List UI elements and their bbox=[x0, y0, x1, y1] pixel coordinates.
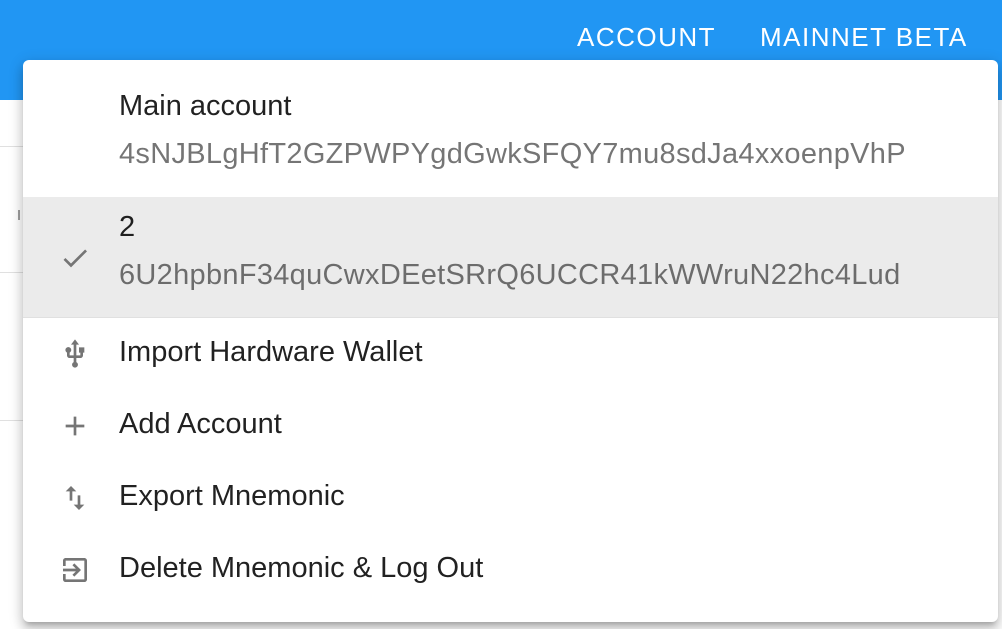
account-item-2[interactable]: 2 6U2hpbnF34quCwxDEetSRrQ6UCCR41kWWruN22… bbox=[23, 197, 998, 317]
account-button[interactable]: ACCOUNT bbox=[577, 20, 716, 54]
account-menu: Main account 4sNJBLgHfT2GZPWPYgdGwkSFQY7… bbox=[23, 60, 998, 622]
menu-divider bbox=[23, 317, 998, 318]
account-name: 2 bbox=[119, 211, 136, 243]
add-icon bbox=[65, 416, 85, 436]
network-selector-button[interactable]: MAINNET BETA bbox=[760, 20, 968, 54]
action-label: Add Account bbox=[119, 408, 282, 440]
account-address: 6U2hpbnF34quCwxDEetSRrQ6UCCR41kWWruN22hc… bbox=[119, 259, 901, 291]
action-label: Delete Mnemonic & Log Out bbox=[119, 552, 484, 584]
account-name: Main account bbox=[119, 90, 292, 122]
action-label: Import Hardware Wallet bbox=[119, 336, 423, 368]
usb-icon bbox=[65, 339, 85, 368]
delete-mnemonic-logout-item[interactable]: Delete Mnemonic & Log Out bbox=[23, 538, 998, 602]
import-hardware-wallet-item[interactable]: Import Hardware Wallet bbox=[23, 322, 998, 386]
wallet-page: ACCOUNT MAINNET BETA Main account 4sNJBL… bbox=[0, 0, 1002, 629]
account-item-main[interactable]: Main account 4sNJBLgHfT2GZPWPYgdGwkSFQY7… bbox=[23, 76, 998, 196]
add-account-item[interactable]: Add Account bbox=[23, 394, 998, 458]
action-label: Export Mnemonic bbox=[119, 480, 345, 512]
import-export-icon bbox=[65, 486, 85, 510]
account-address: 4sNJBLgHfT2GZPWPYgdGwkSFQY7mu8sdJa4xxoen… bbox=[119, 138, 906, 170]
export-mnemonic-item[interactable]: Export Mnemonic bbox=[23, 466, 998, 530]
exit-to-app-icon bbox=[63, 558, 87, 582]
check-icon bbox=[63, 249, 87, 268]
